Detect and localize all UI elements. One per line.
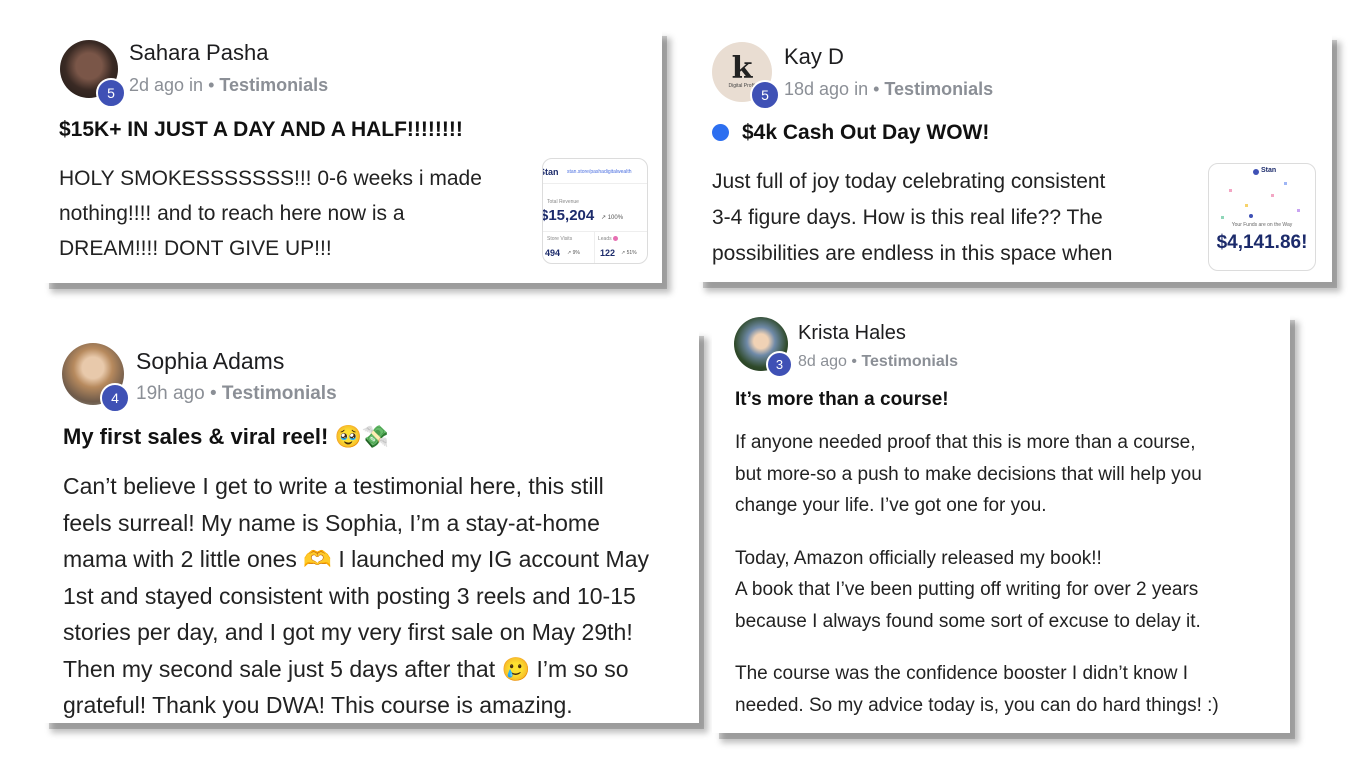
body-line: DREAM!!!! DONT GIVE UP!!!	[59, 237, 332, 260]
stan-brand: Stan	[1261, 167, 1277, 174]
post-body: If anyone needed proof that this is more…	[735, 427, 1219, 721]
revenue-label: Total Revenue	[547, 199, 579, 205]
avatar[interactable]: 3	[734, 317, 793, 378]
body-line: A book that I’ve been putting off writin…	[735, 579, 1199, 600]
body-line: but more-so a push to make decisions tha…	[735, 463, 1202, 485]
leads-value: 122	[600, 248, 616, 258]
body-line: Just full of joy today celebrating consi…	[712, 170, 1106, 193]
level-badge: 5	[96, 78, 126, 108]
post-card-sophia[interactable]: 4 Sophia Adams 19h ago • Testimonials My…	[42, 328, 699, 723]
body-line: 3-4 figure days. How is this real life??…	[712, 206, 1103, 229]
author-name[interactable]: Kay D	[784, 44, 844, 70]
post-meta: 19h ago • Testimonials	[136, 383, 337, 404]
post-card-sahara[interactable]: 5 Sahara Pasha 2d ago in • Testimonials …	[42, 28, 662, 283]
author-name[interactable]: Sophia Adams	[136, 348, 284, 375]
category-link[interactable]: Testimonials	[884, 79, 993, 99]
body-line: possibilities are endless in this space …	[712, 242, 1113, 265]
avatar[interactable]: k Digital Profit 5	[712, 42, 780, 110]
post-meta: 18d ago in • Testimonials	[784, 79, 994, 99]
leads-change: ↗ 51%	[621, 250, 637, 256]
visits-change: ↗ 9%	[567, 250, 580, 256]
post-body: Can’t believe I get to write a testimoni…	[63, 468, 649, 724]
unread-dot-icon	[712, 124, 729, 141]
stan-logo-icon	[1253, 169, 1259, 175]
kay-logo-letter: k	[731, 51, 753, 86]
body-line: HOLY SMOKESSSSSSS!!! 0-6 weeks i made	[59, 167, 482, 190]
body-line: stories per day, and I got my very first…	[63, 619, 633, 645]
category-link[interactable]: Testimonials	[219, 75, 328, 95]
author-name[interactable]: Sahara Pasha	[129, 40, 268, 66]
body-line: The course was the confidence booster I …	[735, 663, 1189, 684]
level-badge: 5	[750, 80, 780, 110]
visits-label: Store Visits	[547, 236, 573, 242]
thumb-caption: Your Funds are on the Way	[1231, 222, 1293, 228]
body-line: feels surreal! My name is Sophia, I’m a …	[63, 509, 600, 536]
post-meta: 8d ago • Testimonials	[798, 353, 959, 370]
leads-label: Leads	[598, 236, 612, 242]
visits-value: 494	[545, 248, 561, 258]
post-time: 18d ago in	[784, 79, 869, 99]
post-title[interactable]: $15K+ IN JUST A DAY AND A HALF!!!!!!!!	[59, 118, 463, 142]
body-line: Then my second sale just 5 days after th…	[63, 655, 629, 682]
post-title[interactable]: It’s more than a course!	[735, 389, 949, 411]
post-thumbnail[interactable]: Stan Your Funds are on the Way $4,141.86…	[1208, 163, 1316, 271]
body-line: because I always found some sort of excu…	[735, 610, 1201, 632]
post-body: Just full of joy today celebrating consi…	[712, 164, 1112, 272]
category-link[interactable]: Testimonials	[222, 383, 337, 404]
body-line: 1st and stayed consistent with posting 3…	[63, 582, 636, 609]
body-line: nothing!!!! and to reach here now is a	[59, 202, 405, 225]
body-line: Today, Amazon officially released my boo…	[735, 547, 1102, 569]
revenue-change: ↗ 100%	[601, 215, 624, 221]
post-time: 2d ago in	[129, 75, 204, 95]
level-badge: 4	[100, 383, 130, 413]
post-body: HOLY SMOKESSSSSSS!!! 0-6 weeks i made no…	[59, 161, 482, 266]
store-url: stan.store/pashadigitalwealth	[567, 169, 632, 175]
body-line: grateful! Thank you DWA! This course is …	[63, 692, 573, 718]
post-time: 8d ago	[798, 353, 847, 370]
post-meta: 2d ago in • Testimonials	[129, 75, 329, 95]
body-line: If anyone needed proof that this is more…	[735, 432, 1196, 453]
cashout-amount: $4,141.86!	[1216, 232, 1308, 253]
author-name[interactable]: Krista Hales	[798, 322, 906, 345]
post-card-kay[interactable]: k Digital Profit 5 Kay D 18d ago in • Te…	[696, 32, 1332, 282]
stan-brand: Stan	[543, 167, 559, 177]
avatar[interactable]: 5	[60, 40, 126, 108]
body-line: needed. So my advice today is, you can d…	[735, 694, 1219, 716]
revenue-value: $15,204	[542, 207, 595, 224]
post-title[interactable]: $4k Cash Out Day WOW!	[742, 121, 989, 145]
body-line: Can’t believe I get to write a testimoni…	[63, 473, 604, 499]
post-thumbnail[interactable]: Stan stan.store/pashadigitalwealth Total…	[542, 158, 648, 264]
post-time: 19h ago	[136, 383, 205, 404]
leads-dot-icon	[613, 236, 618, 241]
body-line: change your life. I’ve got one for you.	[735, 495, 1047, 516]
category-link[interactable]: Testimonials	[861, 353, 958, 370]
post-title[interactable]: My first sales & viral reel! 🥹💸	[63, 424, 389, 450]
avatar[interactable]: 4	[62, 343, 130, 413]
post-card-krista[interactable]: 3 Krista Hales 8d ago • Testimonials It’…	[712, 312, 1290, 733]
level-badge: 3	[766, 351, 793, 378]
body-line: mama with 2 little ones 🫶 I launched my …	[63, 546, 649, 572]
